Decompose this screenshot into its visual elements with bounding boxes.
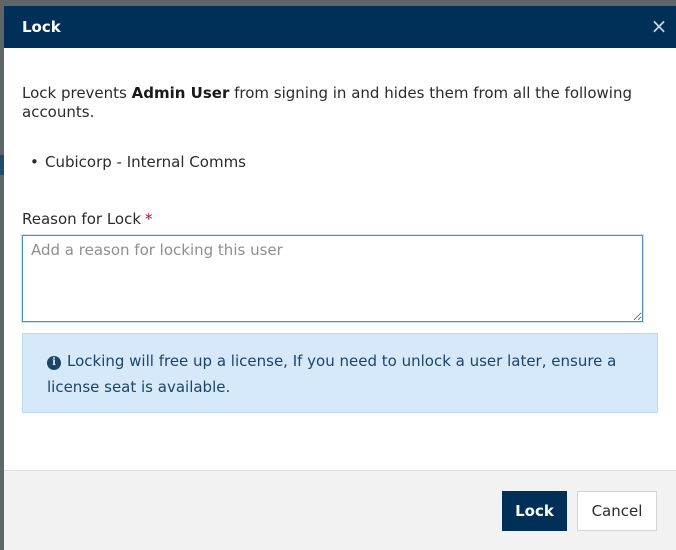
reason-label: Reason for Lock * (22, 209, 153, 229)
dialog-header: Lock × (4, 6, 676, 48)
reason-label-text: Reason for Lock (22, 210, 142, 228)
lock-user-dialog: Lock × Lock prevents Admin User from sig… (4, 6, 676, 550)
account-name: Cubicorp - Internal Comms (45, 153, 246, 171)
info-alert: i Locking will free up a license, If you … (22, 333, 658, 413)
dialog-title: Lock (22, 18, 61, 36)
intro-text: Lock prevents Admin User from signing in… (22, 84, 658, 122)
bullet-icon: • (30, 153, 39, 171)
required-marker: * (145, 210, 153, 228)
list-item: • Cubicorp - Internal Comms (22, 152, 246, 172)
account-list: • Cubicorp - Internal Comms (22, 152, 246, 172)
dialog-footer: Lock Cancel (4, 470, 676, 550)
reason-textarea[interactable] (22, 235, 643, 322)
user-name: Admin User (131, 84, 230, 102)
info-text: Locking will free up a license, If you n… (47, 352, 617, 396)
lock-button[interactable]: Lock (502, 491, 567, 531)
info-icon: i (47, 356, 61, 370)
cancel-button[interactable]: Cancel (577, 491, 657, 531)
intro-prefix: Lock prevents (22, 84, 132, 102)
close-icon[interactable]: × (648, 15, 670, 37)
